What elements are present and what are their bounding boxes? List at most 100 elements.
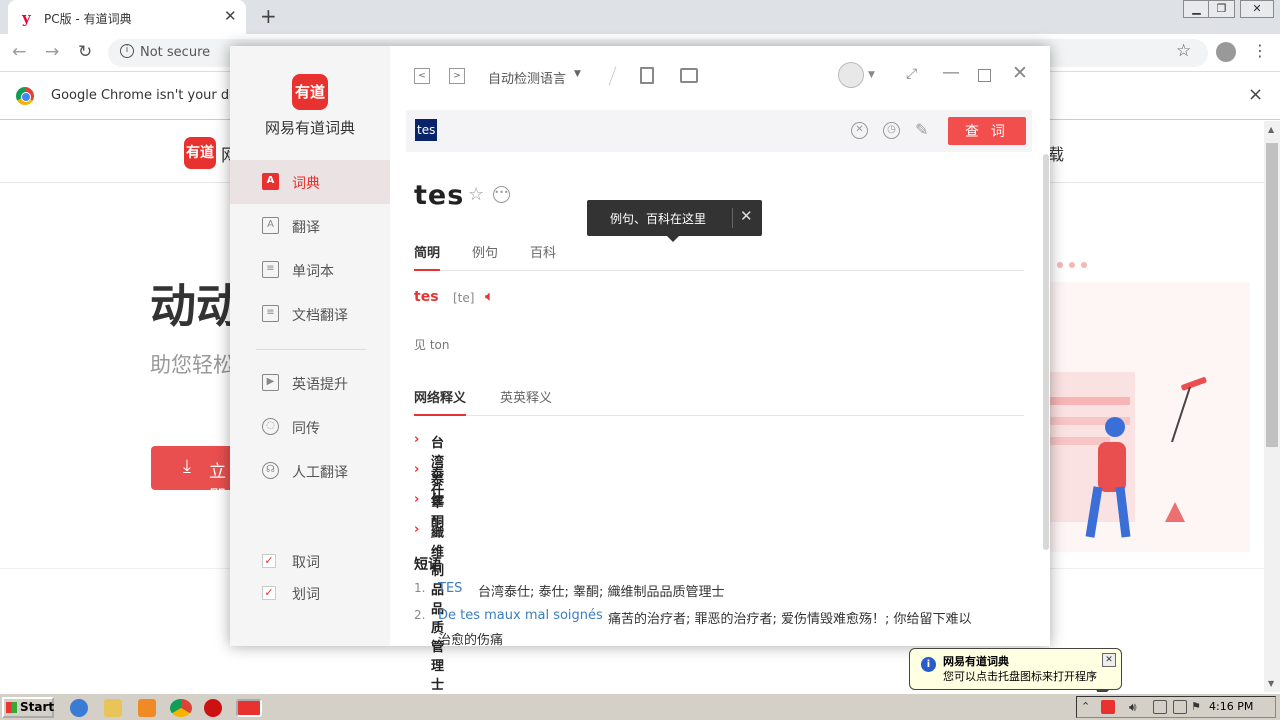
volume-icon[interactable]: 🔊︎ xyxy=(1129,700,1143,714)
sidebar-item-dictionary[interactable]: A 词典 xyxy=(230,160,390,204)
headset-icon: ☊ xyxy=(262,462,279,479)
query-button[interactable]: 查 词 xyxy=(948,117,1026,145)
search-input[interactable] xyxy=(415,118,845,144)
tooltip-close-icon[interactable]: ✕ xyxy=(740,207,753,225)
sidebar-item-english-improve[interactable]: ▶ 英语提升 xyxy=(230,361,390,405)
sidebar-item-doc-translate[interactable]: ≡ 文档翻译 xyxy=(230,292,390,336)
phrase-term-link[interactable]: TES xyxy=(438,581,462,596)
tray-balloon: i 网易有道词典 您可以点击托盘图标来打开程序 ✕ xyxy=(909,648,1122,699)
document-icon: ≡ xyxy=(262,305,279,322)
back-arrow-icon[interactable]: ← xyxy=(12,42,26,62)
phrase-number: 2. xyxy=(414,608,426,622)
youdao-logo[interactable]: 有道 xyxy=(184,137,216,169)
infobar-close-icon[interactable]: × xyxy=(1248,84,1263,105)
forward-arrow-icon[interactable]: → xyxy=(45,42,59,62)
compact-mode-icon[interactable]: ⤢ xyxy=(906,66,917,82)
page-scrollbar[interactable]: ▲ ▼ xyxy=(1264,121,1280,692)
chrome-taskbar-icon[interactable] xyxy=(170,699,192,717)
window-restore-button[interactable]: ❐ xyxy=(1208,0,1235,18)
search-selected-text: tes xyxy=(415,119,438,141)
balloon-title: 网易有道词典 xyxy=(943,655,1009,668)
tab-encyclopedia[interactable]: 百科 xyxy=(530,242,556,271)
phrase-term-link[interactable]: De tes maux mal soignés xyxy=(438,608,603,623)
back-icon[interactable]: < xyxy=(414,68,430,84)
translate-icon: A xyxy=(262,217,279,234)
sidebar-item-human-translate[interactable]: ☊ 人工翻译 xyxy=(230,449,390,493)
tray-expand-icon[interactable]: ⌃ xyxy=(1081,700,1095,714)
chevron-right-icon: › xyxy=(414,522,420,537)
start-button[interactable]: Start xyxy=(2,697,54,718)
window-minimize-button[interactable]: ▁ xyxy=(1183,0,1210,18)
youdao-favicon-icon: y xyxy=(22,9,31,27)
history-clock-icon[interactable]: ◷ xyxy=(883,122,900,139)
content-scrollbar[interactable] xyxy=(1043,154,1049,550)
page-download-button[interactable]: ⤓ 立即 xyxy=(151,446,241,507)
ie-icon[interactable] xyxy=(70,699,88,717)
folder-icon[interactable] xyxy=(104,699,122,717)
language-select[interactable]: 自动检测语言 xyxy=(488,68,566,87)
check-icon[interactable]: ✓ xyxy=(262,554,276,568)
chrome-menu-icon[interactable]: ⋮ xyxy=(1252,41,1268,60)
minimize-icon[interactable]: — xyxy=(942,62,960,83)
phonetic: [te] xyxy=(453,291,475,305)
page-subheadline: 助您轻松 xyxy=(150,353,234,377)
scroll-up-icon[interactable]: ▲ xyxy=(1268,125,1274,134)
chevron-down-icon[interactable]: ▼ xyxy=(574,69,581,79)
forward-icon[interactable]: > xyxy=(449,68,465,84)
tab-english-definition[interactable]: 英英释义 xyxy=(500,387,552,416)
sidebar-item-simultaneous[interactable]: ◌ 同传 xyxy=(230,405,390,449)
youdao-tray-icon[interactable] xyxy=(1101,700,1115,714)
bookmark-star-icon[interactable]: ☆ xyxy=(1176,41,1191,61)
sidebar-item-translate[interactable]: A 翻译 xyxy=(230,204,390,248)
phrase-row: 1. TES 台湾泰仕; 泰仕; 睾酮; 織维制品品质管理士 xyxy=(414,581,1024,603)
document-icon[interactable] xyxy=(640,67,654,84)
see-also: 见 ton xyxy=(414,338,450,352)
youdao-taskbar-icon[interactable] xyxy=(236,699,262,717)
more-options-icon[interactable]: ••• xyxy=(493,186,510,203)
word-select-toggle[interactable]: ✓ 划词 xyxy=(262,582,382,604)
balloon-text: 您可以点击托盘图标来打开程序 xyxy=(943,670,1097,683)
chevron-down-icon[interactable]: ▼ xyxy=(868,70,875,80)
tab-close-icon[interactable]: ✕ xyxy=(224,7,237,25)
favorite-star-icon[interactable]: ☆ xyxy=(468,184,484,205)
flag-icon[interactable]: ⚑ xyxy=(1191,700,1205,714)
network-icon[interactable] xyxy=(1153,700,1167,714)
info-icon[interactable]: i xyxy=(120,44,134,58)
sidebar-item-label: 人工翻译 xyxy=(292,465,348,481)
phrase-number: 1. xyxy=(414,581,426,595)
profile-avatar-icon[interactable] xyxy=(1216,42,1236,62)
word-capture-label: 取词 xyxy=(292,555,320,571)
browser-tab[interactable]: y PC版 - 有道词典 ✕ xyxy=(8,0,246,34)
scroll-down-icon[interactable]: ▼ xyxy=(1268,679,1274,688)
system-tray: ⌃ 🔊︎ ⚑ 4:16 PM xyxy=(1076,696,1276,718)
media-player-icon[interactable] xyxy=(138,699,156,717)
balloon-close-icon[interactable]: ✕ xyxy=(1102,653,1116,667)
handwriting-icon[interactable]: ✎ xyxy=(915,120,928,139)
phrase-definition: 台湾泰仕; 泰仕; 睾酮; 織维制品品质管理士 xyxy=(478,585,725,600)
tab-web-definition[interactable]: 网络释义 xyxy=(414,387,467,416)
phrases-heading: 短语 xyxy=(414,557,442,573)
check-icon[interactable]: ✓ xyxy=(262,586,276,600)
tab-concise[interactable]: 简明 xyxy=(414,242,441,271)
window-close-button[interactable]: ✕ xyxy=(1240,0,1274,18)
maximize-icon[interactable] xyxy=(978,69,991,82)
search-box: tes ✕ ◷ ✎ 查 词 xyxy=(406,110,1032,152)
opera-icon[interactable] xyxy=(204,699,222,717)
toolbar-divider xyxy=(608,66,617,86)
new-tab-button[interactable]: + xyxy=(260,4,277,28)
close-icon[interactable]: ✕ xyxy=(1012,62,1028,84)
scroll-thumb[interactable] xyxy=(1266,143,1278,447)
word-capture-toggle[interactable]: ✓ 取词 xyxy=(262,550,382,572)
user-avatar-icon[interactable] xyxy=(838,62,864,88)
page-nav-download[interactable]: 载 xyxy=(1048,141,1064,165)
youdao-dictionary-window: 有道 网易有道词典 A 词典 A 翻译 ≡ 单词本 ≡ 文档翻译 ▶ 英语提升 … xyxy=(230,46,1050,693)
clear-icon[interactable]: ✕ xyxy=(851,122,868,139)
browser-tabstrip: y PC版 - 有道词典 ✕ + ▁ ❐ ✕ xyxy=(0,0,1280,34)
speaker-icon[interactable]: 🔈︎ xyxy=(485,287,494,305)
display-icon[interactable] xyxy=(1173,700,1187,714)
reload-icon[interactable]: ↻ xyxy=(78,42,92,62)
tooltip-text: 例句、百科在这里 xyxy=(610,212,707,226)
tab-examples[interactable]: 例句 xyxy=(472,242,498,271)
sidebar-item-wordbook[interactable]: ≡ 单词本 xyxy=(230,248,390,292)
screenshot-icon[interactable] xyxy=(680,68,698,83)
